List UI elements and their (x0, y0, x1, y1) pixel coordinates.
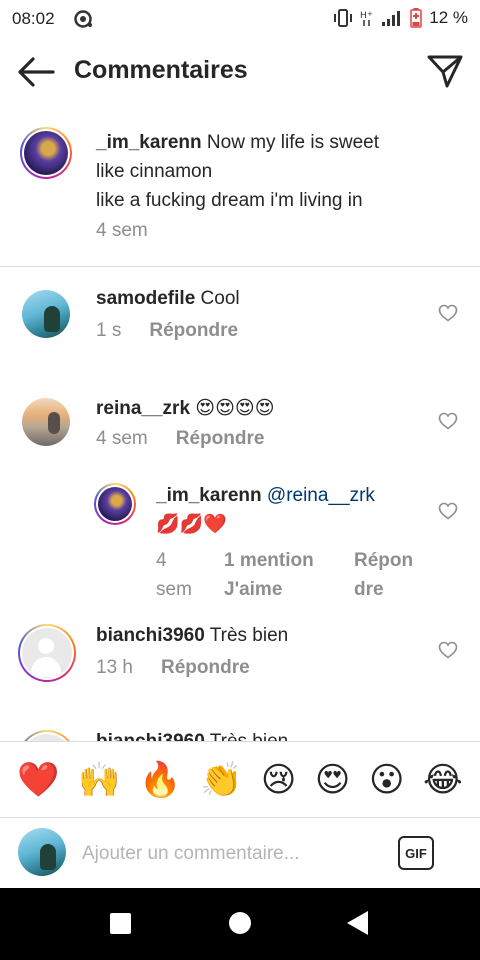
emoji-crying-button[interactable]: 😢 (261, 760, 296, 800)
comment-actions: 4 sem Répondre (96, 428, 264, 450)
comment-text: Cool (200, 288, 240, 309)
comment-text: Très bien (209, 625, 289, 646)
comment-body: samodefile Cool (96, 285, 416, 313)
comment-composer: GIF (0, 817, 480, 888)
svg-text:H: H (360, 11, 367, 21)
reply-button[interactable]: Répondre (149, 320, 238, 342)
gif-button[interactable]: GIF (398, 836, 434, 870)
emoji-laughing-button[interactable]: 😂 (423, 760, 463, 800)
reply-button[interactable]: Répondre (176, 428, 265, 450)
comment-username[interactable]: reina__zrk (96, 398, 190, 419)
reply-username[interactable]: _im_karenn (156, 485, 262, 506)
status-time: 08:02 (12, 9, 55, 28)
emoji-fire-button[interactable]: 🔥 (139, 760, 181, 800)
comment-body: reina__zrk 😍😍😍😍 (96, 394, 416, 423)
caption-line-1: Now my life is sweet (206, 132, 380, 153)
avatar[interactable] (22, 398, 70, 446)
emoji-clap-button[interactable]: 👏 (200, 760, 242, 800)
header: Commentaires (0, 36, 480, 108)
comment-body: bianchi3960 Très bien (96, 728, 416, 741)
emoji-heart-button[interactable]: ❤️ (17, 760, 59, 800)
post-caption: _im_karenn Now my life is sweet like cin… (0, 108, 480, 267)
android-nav-bar (0, 888, 480, 960)
comment-text: 😍😍😍😍 (195, 397, 275, 419)
reply-time: 4 sem (156, 546, 224, 604)
heart-icon[interactable] (438, 412, 458, 430)
reply-button-line: Répon (354, 550, 414, 571)
avatar[interactable] (94, 483, 136, 525)
avatar-image (24, 131, 68, 175)
reply-item: _im_karenn @reina__zrk 💋💋❤️ 4 sem 1 ment… (0, 470, 480, 610)
emoji-quick-bar: ❤️ 🙌 🔥 👏 😢 😍 😮 😂 (0, 741, 480, 817)
screen-record-icon (74, 10, 92, 28)
avatar (18, 828, 66, 876)
comment-item: reina__zrk 😍😍😍😍 4 sem Répondre (0, 378, 480, 468)
arrow-left-icon[interactable] (16, 54, 56, 90)
emoji-raised-hands-button[interactable]: 🙌 (78, 760, 120, 800)
avatar[interactable] (20, 127, 72, 179)
caption-line-3: like a fucking dream i'm living in (96, 190, 363, 211)
comment-actions: 1 s Répondre (96, 320, 238, 342)
reply-text: 💋💋❤️ (156, 513, 227, 535)
avatar[interactable] (22, 290, 70, 338)
home-icon[interactable] (229, 912, 251, 934)
reply-body: _im_karenn @reina__zrk 💋💋❤️ (156, 482, 406, 539)
paper-plane-icon[interactable] (426, 52, 464, 90)
heart-icon[interactable] (438, 641, 458, 659)
page-title: Commentaires (74, 56, 248, 84)
comment-time: 1 s (96, 320, 122, 341)
avatar-image (22, 734, 72, 741)
comment-text: Très bien (210, 731, 289, 741)
battery-low-icon (410, 8, 422, 28)
back-triangle-icon[interactable] (347, 911, 368, 935)
status-right: H + 12 % (333, 8, 468, 28)
caption-time: 4 sem (96, 220, 148, 241)
reply-time-line: 4 (156, 550, 167, 571)
emoji-surprised-button[interactable]: 😮 (369, 760, 404, 800)
comment-item: samodefile Cool 1 s Répondre (0, 268, 480, 368)
caption-username[interactable]: _im_karenn (96, 132, 202, 153)
recents-icon[interactable] (110, 913, 131, 934)
network-hplus-icon: H + (360, 10, 373, 26)
caption-text: _im_karenn Now my life is sweet like cin… (96, 128, 456, 215)
emoji-heart-eyes-button[interactable]: 😍 (315, 760, 350, 800)
reply-likes-count[interactable]: 1 mention J'aime (224, 546, 354, 604)
reply-likes-line: J'aime (224, 579, 283, 600)
comment-body: bianchi3960 Très bien (96, 622, 416, 650)
reply-button[interactable]: Répon dre (354, 546, 424, 604)
heart-icon[interactable] (438, 502, 458, 520)
caption-line-2: like cinnamon (96, 161, 213, 182)
vibrate-icon (334, 9, 353, 27)
comment-actions: 13 h Répondre (96, 657, 250, 679)
comment-username[interactable]: samodefile (96, 288, 195, 309)
comment-input[interactable] (82, 840, 382, 868)
battery-percent: 12 % (429, 8, 468, 27)
avatar[interactable] (18, 730, 76, 741)
reply-time-line: sem (156, 579, 192, 600)
avatar-image (22, 628, 72, 678)
comment-time: 4 sem (96, 428, 148, 449)
reply-mention[interactable]: @reina__zrk (267, 485, 375, 506)
comment-time: 13 h (96, 657, 133, 678)
status-bar: 08:02 H + 12 % (0, 0, 480, 36)
heart-icon[interactable] (438, 304, 458, 322)
comment-username[interactable]: bianchi3960 (96, 625, 205, 646)
avatar[interactable] (18, 624, 76, 682)
comment-item: bianchi3960 Très bien (0, 716, 480, 741)
reply-button-line: dre (354, 579, 384, 600)
reply-actions: 4 sem 1 mention J'aime Répon dre (156, 546, 424, 604)
comment-item: bianchi3960 Très bien 13 h Répondre (0, 612, 480, 712)
signal-icon (382, 11, 401, 26)
avatar-image (98, 487, 132, 521)
svg-text:+: + (367, 10, 373, 18)
comment-username[interactable]: bianchi3960 (96, 731, 205, 741)
reply-button[interactable]: Répondre (161, 657, 250, 679)
reply-likes-line: 1 mention (224, 550, 314, 571)
